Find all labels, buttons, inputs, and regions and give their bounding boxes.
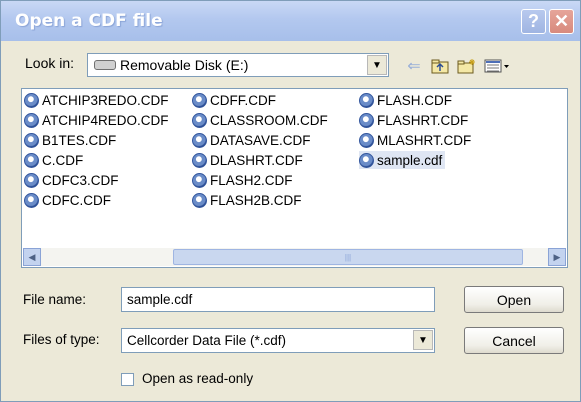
cdf-file-icon — [24, 92, 39, 108]
file-item[interactable]: DATASAVE.CDF — [192, 131, 311, 149]
file-item[interactable]: ATCHIP4REDO.CDF — [24, 111, 169, 129]
file-item[interactable]: ATCHIP3REDO.CDF — [24, 91, 169, 109]
title-bar: Open a CDF file ? ✕ — [1, 1, 580, 41]
cdf-file-icon — [192, 92, 207, 108]
files-of-type-label: Files of type: — [23, 332, 100, 347]
cdf-file-icon — [359, 92, 374, 108]
file-item[interactable]: CLASSROOM.CDF — [192, 111, 328, 129]
read-only-checkbox[interactable] — [121, 373, 134, 386]
look-in-dropdown[interactable]: Removable Disk (E:) ▼ — [87, 53, 389, 77]
file-item[interactable]: B1TES.CDF — [24, 131, 116, 149]
cdf-file-icon — [359, 112, 374, 128]
cdf-file-icon — [192, 112, 207, 128]
back-icon[interactable]: ⇐ — [403, 56, 425, 76]
window-title: Open a CDF file — [15, 11, 163, 31]
files-of-type-value: Cellcorder Data File (*.cdf) — [127, 333, 287, 348]
chevron-down-icon[interactable]: ▼ — [367, 55, 387, 75]
file-name-label: File name: — [23, 292, 87, 307]
cancel-button[interactable]: Cancel — [464, 327, 564, 354]
cdf-file-icon — [24, 152, 39, 168]
look-in-label: Look in: — [25, 55, 75, 71]
cdf-file-icon — [359, 132, 374, 148]
file-item[interactable]: C.CDF — [24, 151, 83, 169]
cdf-file-icon — [359, 152, 374, 168]
help-button[interactable]: ? — [521, 9, 546, 34]
cdf-file-icon — [24, 192, 39, 208]
read-only-label: Open as read-only — [142, 371, 254, 386]
file-item[interactable]: CDFC3.CDF — [24, 171, 119, 189]
look-in-value: Removable Disk (E:) — [120, 57, 249, 73]
file-item[interactable]: DLASHRT.CDF — [192, 151, 303, 169]
file-list[interactable]: ATCHIP3REDO.CDF ATCHIP4REDO.CDF B1TES.CD… — [21, 88, 568, 268]
cdf-file-icon — [192, 192, 207, 208]
file-name-input[interactable]: sample.cdf — [121, 287, 435, 312]
open-button[interactable]: Open — [464, 286, 564, 313]
up-folder-icon[interactable] — [429, 56, 451, 76]
cdf-file-icon — [192, 132, 207, 148]
file-item[interactable]: CDFF.CDF — [192, 91, 276, 109]
file-item[interactable]: CDFC.CDF — [24, 191, 111, 209]
scroll-right-icon[interactable]: ▶ — [548, 248, 566, 266]
cdf-file-icon — [192, 172, 207, 188]
horizontal-scrollbar[interactable]: ◀ ||| ▶ — [23, 248, 566, 266]
file-item[interactable]: FLASH2B.CDF — [192, 191, 302, 209]
file-item-selected[interactable]: sample.cdf — [359, 151, 446, 169]
close-button[interactable]: ✕ — [549, 9, 574, 34]
file-item[interactable]: MLASHRT.CDF — [359, 131, 471, 149]
removable-disk-icon — [94, 60, 116, 70]
question-icon: ? — [528, 11, 539, 31]
cdf-file-icon — [192, 152, 207, 168]
view-menu-icon[interactable] — [482, 56, 512, 76]
cdf-file-icon — [24, 132, 39, 148]
open-file-dialog: Open a CDF file ? ✕ Look in: Removable D… — [0, 0, 581, 402]
cdf-file-icon — [24, 112, 39, 128]
close-icon: ✕ — [553, 11, 570, 31]
scroll-left-icon[interactable]: ◀ — [23, 248, 41, 266]
file-item[interactable]: FLASH.CDF — [359, 91, 452, 109]
file-name-value: sample.cdf — [127, 292, 193, 307]
file-item[interactable]: FLASH2.CDF — [192, 171, 293, 189]
chevron-down-icon[interactable]: ▼ — [413, 330, 433, 350]
files-of-type-dropdown[interactable]: Cellcorder Data File (*.cdf) ▼ — [121, 328, 435, 353]
new-folder-icon[interactable] — [455, 56, 479, 76]
file-item[interactable]: FLASHRT.CDF — [359, 111, 468, 129]
scrollbar-thumb[interactable]: ||| — [173, 249, 523, 265]
cdf-file-icon — [24, 172, 39, 188]
